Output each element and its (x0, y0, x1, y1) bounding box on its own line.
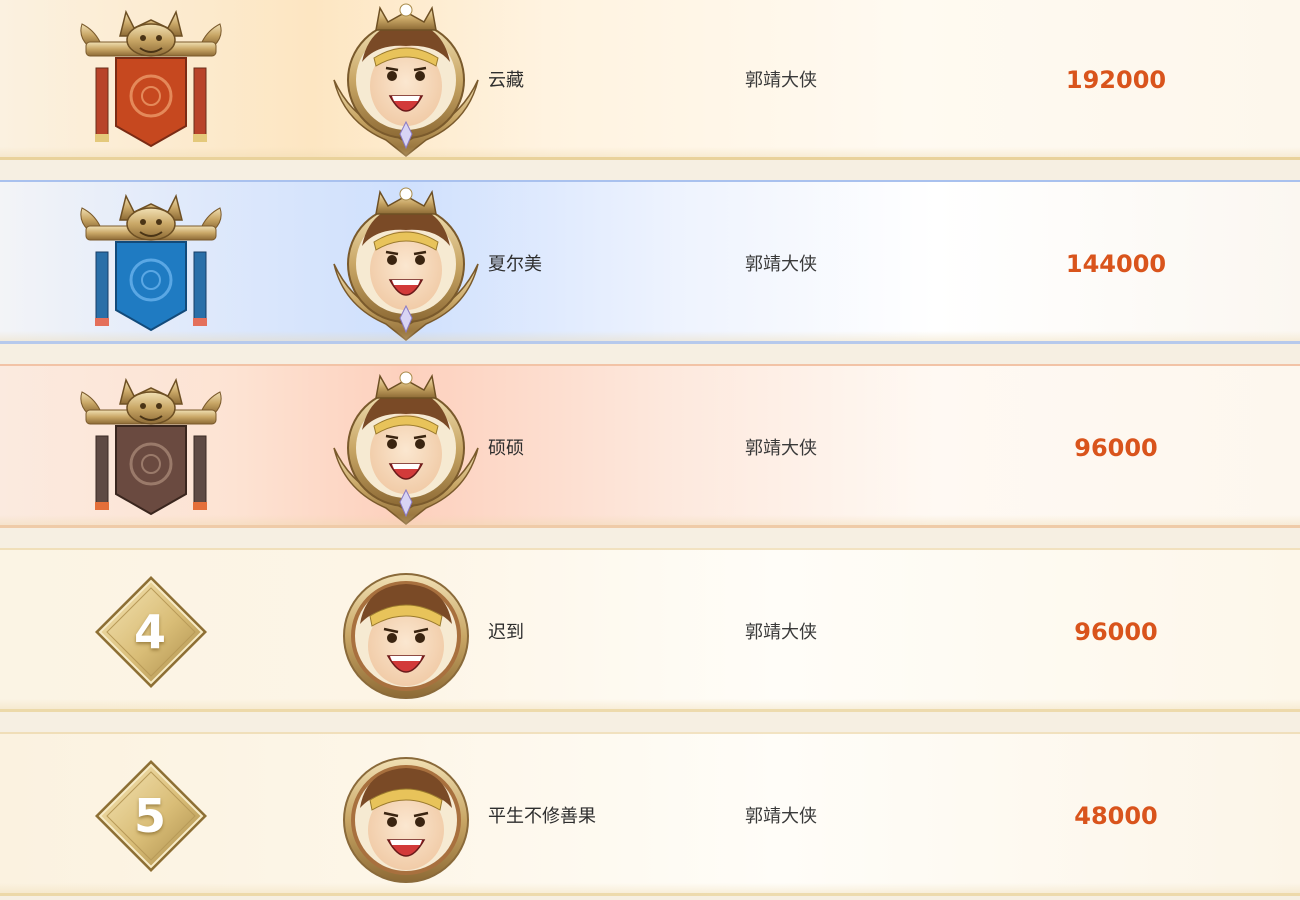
blue-dragon-banner-icon (80, 193, 222, 332)
round-hero-avatar-icon (343, 757, 469, 883)
leaderboard-row: 4 迟到 郭靖大侠 96000 (0, 548, 1300, 712)
player-score: 48000 (1074, 802, 1158, 830)
rank-cell (70, 0, 230, 157)
red-dragon-banner-icon (80, 9, 222, 148)
player-avatar[interactable] (330, 554, 482, 709)
leaderboard-row: 硕硕 郭靖大侠 96000 (0, 364, 1300, 528)
round-hero-avatar-icon (343, 573, 469, 699)
rank-cell: 5 (70, 734, 230, 893)
player-title: 郭靖大侠 (745, 70, 817, 91)
brown-dragon-banner-icon (80, 377, 222, 516)
gold-crowned-hero-avatar-icon (333, 187, 479, 341)
leaderboard-row: 云藏 郭靖大侠 192000 (0, 0, 1300, 160)
player-title: 郭靖大侠 (745, 622, 817, 643)
player-avatar[interactable] (330, 186, 482, 341)
rank-cell: 4 (70, 550, 230, 709)
leaderboard: 云藏 郭靖大侠 192000 夏尔美 郭靖大侠 144000 硕硕 郭靖大侠 9… (0, 0, 1300, 900)
rank-cell (70, 366, 230, 525)
player-title: 郭靖大侠 (745, 438, 817, 459)
player-name[interactable]: 硕硕 (488, 434, 524, 464)
rank-cell (70, 182, 230, 341)
player-name[interactable]: 平生不修善果 (488, 802, 596, 832)
player-avatar[interactable] (330, 370, 482, 525)
player-score: 192000 (1065, 66, 1167, 94)
player-title: 郭靖大侠 (745, 254, 817, 275)
player-title: 郭靖大侠 (745, 806, 817, 827)
player-score: 96000 (1074, 618, 1158, 646)
gold-crowned-hero-avatar-icon (333, 371, 479, 525)
rank-number: 4 (133, 605, 166, 659)
gold-crowned-hero-avatar-icon (333, 3, 479, 157)
player-avatar[interactable] (330, 2, 482, 157)
player-avatar[interactable] (330, 738, 482, 893)
player-score: 144000 (1065, 250, 1167, 278)
player-name[interactable]: 夏尔美 (488, 250, 542, 280)
player-score: 96000 (1074, 434, 1158, 462)
rank-number: 5 (133, 789, 166, 843)
player-name[interactable]: 云藏 (488, 66, 524, 96)
player-name[interactable]: 迟到 (488, 618, 524, 648)
leaderboard-row: 5 平生不修善果 郭靖大侠 48000 (0, 732, 1300, 896)
leaderboard-row: 夏尔美 郭靖大侠 144000 (0, 180, 1300, 344)
